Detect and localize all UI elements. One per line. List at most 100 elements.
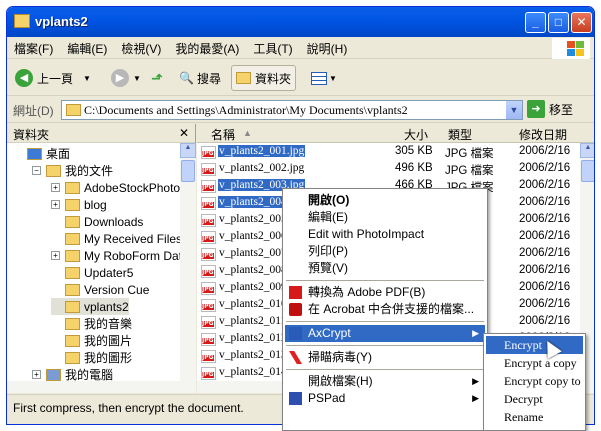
context-menu-item[interactable]: 開啟(O) xyxy=(285,192,485,209)
views-button[interactable]: ▼ xyxy=(307,65,341,91)
tree-item-label: 我的圖形 xyxy=(84,351,133,365)
context-menu-item[interactable]: 在 Acrobat 中合併支援的檔案... xyxy=(285,301,485,318)
file-date: 2006/2/16 xyxy=(519,145,571,157)
expand-icon[interactable]: + xyxy=(51,183,60,192)
menu-item[interactable]: 工具(T) xyxy=(246,37,299,60)
context-menu-item[interactable]: PSPad ▶ xyxy=(285,390,485,407)
menu-separator xyxy=(286,369,484,370)
tree-item[interactable]: Updater5 xyxy=(51,264,133,281)
folder-pane-title: 資料夾 xyxy=(13,128,50,142)
collapse-icon[interactable]: − xyxy=(32,166,41,175)
address-dropdown-icon[interactable]: ▼ xyxy=(506,101,522,119)
tree-item[interactable]: + My RoboForm Data xyxy=(51,247,180,264)
pictures-folder-icon xyxy=(65,334,80,347)
search-button[interactable]: 🔍 搜尋 xyxy=(175,65,225,91)
tree-item[interactable]: − 我的文件 xyxy=(32,162,113,179)
tree-item-label: blog xyxy=(84,197,107,212)
back-button[interactable]: ◀ 上一頁 ▼ xyxy=(11,65,95,91)
file-name: v_plants2_009 xyxy=(219,281,287,293)
maximize-button[interactable]: □ xyxy=(548,12,569,33)
column-type[interactable]: 類型 xyxy=(448,126,472,143)
context-menu-label: 轉換為 Adobe PDF(B) xyxy=(308,285,426,299)
minimize-button[interactable]: _ xyxy=(525,12,546,33)
context-menu-item[interactable]: Edit with PhotoImpact xyxy=(285,226,485,243)
close-button[interactable]: ✕ xyxy=(571,12,592,33)
jpg-file-icon: JPG xyxy=(201,333,216,346)
context-menu-item[interactable]: 預覽(V) xyxy=(285,260,485,277)
file-name: v_plants2_007 xyxy=(219,247,287,259)
context-menu-item[interactable]: 掃瞄病毒(Y) xyxy=(285,349,485,366)
title-bar[interactable]: vplants2 _ □ ✕ xyxy=(7,7,594,37)
submenu-item[interactable]: Decrypt xyxy=(486,390,583,408)
tree-item[interactable]: Version Cue xyxy=(51,281,149,298)
file-name: v_plants2_008 xyxy=(219,264,287,276)
tree-item[interactable]: Downloads xyxy=(51,213,143,230)
submenu-item[interactable]: Encrypt a copy xyxy=(486,354,583,372)
tree-item[interactable]: 我的音樂 xyxy=(51,315,132,332)
desktop-icon xyxy=(27,147,42,160)
file-name: v_plants2_002.jpg xyxy=(219,162,305,174)
tree-scrollbar[interactable]: ▲ xyxy=(180,143,196,381)
tree-item[interactable]: 我的圖形 xyxy=(51,349,132,366)
submenu-item[interactable]: Encrypt copy to .EXE xyxy=(486,372,583,390)
menu-item[interactable]: 檢視(V) xyxy=(114,37,168,60)
sort-ascending-icon: ▲ xyxy=(243,128,252,138)
expand-icon[interactable]: + xyxy=(32,370,41,379)
folder-tree-pane: 資料夾 ✕ 桌面 − 我的文件 + AdobeStockPhotos + blog Downl… xyxy=(7,124,196,393)
file-row[interactable]: JPG v_plants2_002.jpg 496 KB JPG 檔案 2006/2/1… xyxy=(197,161,580,178)
folders-button[interactable]: 資料夾 xyxy=(231,65,297,91)
file-date: 2006/2/16 xyxy=(519,264,571,276)
menu-item[interactable]: 說明(H) xyxy=(300,37,355,60)
context-menu-item[interactable]: 編輯(E) xyxy=(285,209,485,226)
go-arrow-icon: ➜ xyxy=(527,100,545,118)
jpg-file-icon: JPG xyxy=(201,316,216,329)
column-header: 名稱 ▲ 大小 類型 修改日期 xyxy=(197,124,594,143)
back-dropdown-icon[interactable]: ▼ xyxy=(83,74,91,83)
tree-item[interactable]: 桌面 xyxy=(13,145,70,162)
menu-item[interactable]: 我的最愛(A) xyxy=(168,37,246,60)
jpg-file-icon: JPG xyxy=(201,163,216,176)
forward-dropdown-icon: ▼ xyxy=(133,73,141,83)
tree-item[interactable]: + 我的電腦 xyxy=(32,366,113,381)
menu-item[interactable]: 編輯(E) xyxy=(60,37,114,60)
file-name: v_plants2_010 xyxy=(219,298,287,310)
tree-item[interactable]: + AdobeStockPhotos xyxy=(51,179,180,196)
go-button[interactable]: ➜ 移至 xyxy=(527,100,573,118)
tree-horizontal-scrollbar[interactable] xyxy=(7,381,196,393)
tree-item[interactable]: 我的圖片 xyxy=(51,332,132,349)
folder-icon xyxy=(65,198,80,211)
file-date: 2006/2/16 xyxy=(519,298,571,310)
toolbar: ◀ 上一頁 ▼ ▶ ▼ ⬏ 🔍 搜尋 資料夾 ▼ xyxy=(7,60,594,96)
file-name: v_plants2_011 xyxy=(219,315,287,327)
column-size[interactable]: 大小 xyxy=(404,126,428,143)
context-menu-item[interactable]: AxCrypt ▶ xyxy=(285,325,485,342)
context-menu-item[interactable]: 列印(P) xyxy=(285,243,485,260)
pspad-icon xyxy=(289,392,302,405)
up-folder-icon: ⬏ xyxy=(151,69,163,86)
menu-item[interactable]: 檔案(F) xyxy=(7,37,60,60)
column-name[interactable]: 名稱 xyxy=(211,126,235,143)
forward-arrow-icon: ▶ xyxy=(111,69,129,87)
up-folder-button[interactable]: ⬏ xyxy=(147,65,167,91)
tree-item[interactable]: My Received Files xyxy=(51,230,180,247)
tree-item-label: My Received Files xyxy=(84,231,180,246)
context-menu-item[interactable]: 開啟檔案(H) ▶ xyxy=(285,373,485,390)
submenu-item[interactable]: Encrypt xyxy=(486,336,583,354)
tree-item[interactable]: + blog xyxy=(51,196,107,213)
acrobat-icon xyxy=(289,303,302,316)
forward-button[interactable]: ▶ ▼ xyxy=(107,65,145,91)
tree-item[interactable]: vplants2 xyxy=(51,298,129,315)
tree-item-label: 我的電腦 xyxy=(65,368,114,381)
submenu-item[interactable]: Rename xyxy=(486,408,583,426)
expand-icon[interactable]: + xyxy=(51,251,60,260)
folder-pane-close-icon[interactable]: ✕ xyxy=(179,126,189,140)
expand-icon[interactable]: + xyxy=(51,200,60,209)
column-date[interactable]: 修改日期 xyxy=(519,126,567,143)
jpg-file-icon: JPG xyxy=(201,248,216,261)
context-menu-item[interactable]: 轉換為 Adobe PDF(B) xyxy=(285,284,485,301)
jpg-file-icon: JPG xyxy=(201,265,216,278)
submenu-arrow-icon: ▶ xyxy=(472,376,479,386)
context-menu-label: 開啟檔案(H) xyxy=(308,374,373,388)
address-input[interactable]: C:\Documents and Settings\Administrator\… xyxy=(61,100,523,120)
file-row[interactable]: JPG v_plants2_001.jpg 305 KB JPG 檔案 2006/2/1… xyxy=(197,144,580,161)
